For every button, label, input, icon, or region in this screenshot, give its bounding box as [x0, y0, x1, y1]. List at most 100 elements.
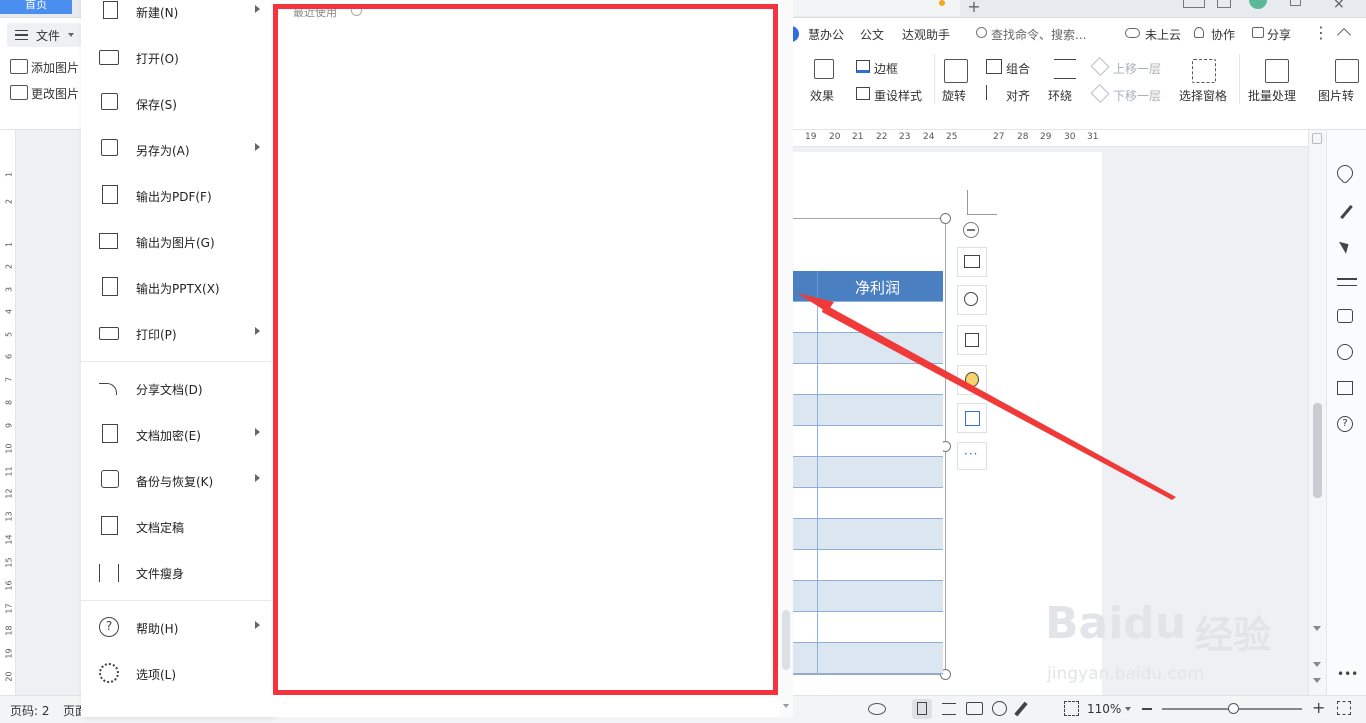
more-menu-icon[interactable]: ⋮: [1313, 23, 1329, 42]
compass-icon[interactable]: [1337, 344, 1353, 360]
ruler-tick-label: 7: [4, 376, 14, 383]
effects-button[interactable]: 效果: [810, 87, 834, 104]
crop-button[interactable]: [957, 325, 987, 355]
align-icon: [986, 85, 1002, 100]
sliders-icon[interactable]: [1337, 272, 1357, 292]
tab-gongwen[interactable]: 公文: [860, 26, 884, 43]
batch-process-button[interactable]: 批量处理: [1248, 87, 1296, 104]
more-options-button[interactable]: ···: [957, 442, 987, 470]
menu-item-new[interactable]: 新建(N): [81, 0, 271, 35]
menu-item-export-image[interactable]: 输出为图片(G): [81, 219, 271, 265]
bring-forward-button[interactable]: 上移一层: [1113, 60, 1161, 77]
restore-window-icon[interactable]: [1290, 0, 1301, 6]
menu-item-save-as[interactable]: 另存为(A): [81, 127, 271, 173]
selection-pane-button[interactable]: 选择窗格: [1179, 87, 1227, 104]
ruler-tick-label: 25: [946, 132, 958, 142]
zoom-level[interactable]: 110%: [1087, 702, 1121, 716]
file-menu-button[interactable]: 文件: [7, 23, 81, 47]
image-tool-icon[interactable]: [1337, 309, 1353, 323]
next-page-icon[interactable]: [1313, 662, 1321, 667]
menu-item-slim[interactable]: 文件瘦身: [81, 550, 271, 596]
menu-item-options[interactable]: 选项(L): [81, 651, 271, 697]
menu-item-print[interactable]: 打印(P): [81, 311, 271, 357]
wrap-button[interactable]: 环绕: [1048, 87, 1072, 104]
outline-view-icon[interactable]: [942, 703, 956, 715]
picture-convert-button[interactable]: 图片转: [1318, 87, 1354, 104]
reading-view-icon[interactable]: [966, 702, 983, 715]
ruler-tick-label: 2: [4, 263, 14, 270]
more-dots-icon[interactable]: •••: [1337, 667, 1358, 681]
layout-icon[interactable]: [1183, 0, 1205, 8]
rotate-button[interactable]: 旋转: [942, 87, 966, 104]
group-button[interactable]: 组合: [1006, 60, 1030, 77]
zoom-out-icon[interactable]: [1142, 708, 1152, 710]
fit-page-icon[interactable]: [1064, 701, 1079, 716]
menu-item-save[interactable]: 保存(S): [81, 81, 271, 127]
pen-icon[interactable]: [1014, 701, 1028, 717]
tab-daguan-assistant[interactable]: 达观助手: [902, 26, 950, 43]
web-view-icon[interactable]: [992, 701, 1007, 716]
align-button[interactable]: 对齐: [1006, 87, 1030, 104]
avatar[interactable]: [1249, 0, 1267, 9]
image-to-word-button[interactable]: [957, 403, 987, 433]
ruler-tick-label: 21: [852, 132, 864, 142]
menu-item-label: 备份与恢复(K): [136, 475, 214, 489]
menu-item-share[interactable]: 分享文档(D): [81, 366, 271, 412]
tab-home[interactable]: 首页: [0, 0, 72, 14]
fullscreen-icon[interactable]: [1337, 701, 1351, 715]
menu-item-backup[interactable]: 备份与恢复(K): [81, 458, 271, 504]
smart-suggest-button[interactable]: [957, 365, 987, 395]
pen-icon[interactable]: [1337, 202, 1357, 222]
new-tab-button[interactable]: +: [965, 0, 983, 16]
close-window-icon[interactable]: ×: [1333, 0, 1345, 12]
rocket-icon[interactable]: [1333, 161, 1357, 185]
menu-item-open[interactable]: 打开(O): [81, 35, 271, 81]
file-menu-label: 文件: [36, 29, 61, 43]
add-picture-button[interactable]: 添加图片: [31, 59, 79, 76]
reset-style-button[interactable]: 重设样式: [874, 87, 922, 104]
ruler-tick-label: 24: [923, 132, 935, 142]
menu-item-encrypt[interactable]: 文档加密(E): [81, 412, 271, 458]
cursor-icon[interactable]: [1337, 237, 1357, 257]
recent-panel-scrollbar[interactable]: [780, 0, 793, 717]
ruler-toggle-icon[interactable]: [1312, 133, 1322, 144]
apps-icon[interactable]: [1217, 0, 1231, 8]
ruler-tick-label: 15: [4, 557, 14, 568]
page-number-status[interactable]: 页码: 2: [10, 702, 50, 719]
layout-options-button[interactable]: [957, 247, 987, 277]
scrollbar-thumb[interactable]: [1313, 403, 1322, 498]
scrollbar-thumb[interactable]: [782, 610, 790, 670]
book-icon[interactable]: [1337, 381, 1353, 395]
ribbon-divider: [1239, 54, 1240, 104]
cloud-status-button[interactable]: 未上云: [1145, 26, 1181, 43]
scroll-down-icon[interactable]: [1313, 626, 1321, 631]
chevron-down-icon[interactable]: [1125, 707, 1131, 711]
document-tab[interactable]: [790, 0, 960, 16]
zoom-in-icon[interactable]: +: [1312, 698, 1325, 717]
tab-huibangong[interactable]: 慧办公: [808, 26, 844, 43]
collab-button[interactable]: 协作: [1211, 26, 1235, 43]
scroll-down-icon[interactable]: [783, 704, 789, 708]
menu-item-help[interactable]: ? 帮助(H): [81, 605, 271, 651]
change-picture-button[interactable]: 更改图片: [31, 85, 79, 102]
next-page-icon[interactable]: [1313, 678, 1321, 683]
collapse-toolbar-icon[interactable]: [963, 222, 979, 238]
menu-item-export-pdf[interactable]: 输出为PDF(F): [81, 173, 271, 219]
table-row: [793, 457, 943, 488]
help-icon[interactable]: ?: [1337, 416, 1353, 432]
vertical-scrollbar[interactable]: [1308, 130, 1326, 695]
border-button[interactable]: 边框: [874, 60, 898, 77]
resize-handle[interactable]: [940, 213, 951, 224]
send-backward-button[interactable]: 下移一层: [1113, 87, 1161, 104]
submenu-arrow-icon: [255, 621, 260, 629]
share-button[interactable]: 分享: [1267, 26, 1291, 43]
page-view-button[interactable]: [912, 699, 932, 719]
menu-item-export-pptx[interactable]: 输出为PPTX(X): [81, 265, 271, 311]
zoom-in-button[interactable]: [957, 285, 987, 315]
collapse-ribbon-icon[interactable]: [1336, 27, 1352, 43]
right-sidebar: ? •••: [1326, 130, 1366, 695]
search-input[interactable]: 查找命令、搜索...: [991, 26, 1086, 43]
menu-item-finalize[interactable]: 文档定稿: [81, 504, 271, 550]
eye-icon[interactable]: [868, 703, 886, 715]
zoom-slider-thumb[interactable]: [1228, 703, 1239, 714]
